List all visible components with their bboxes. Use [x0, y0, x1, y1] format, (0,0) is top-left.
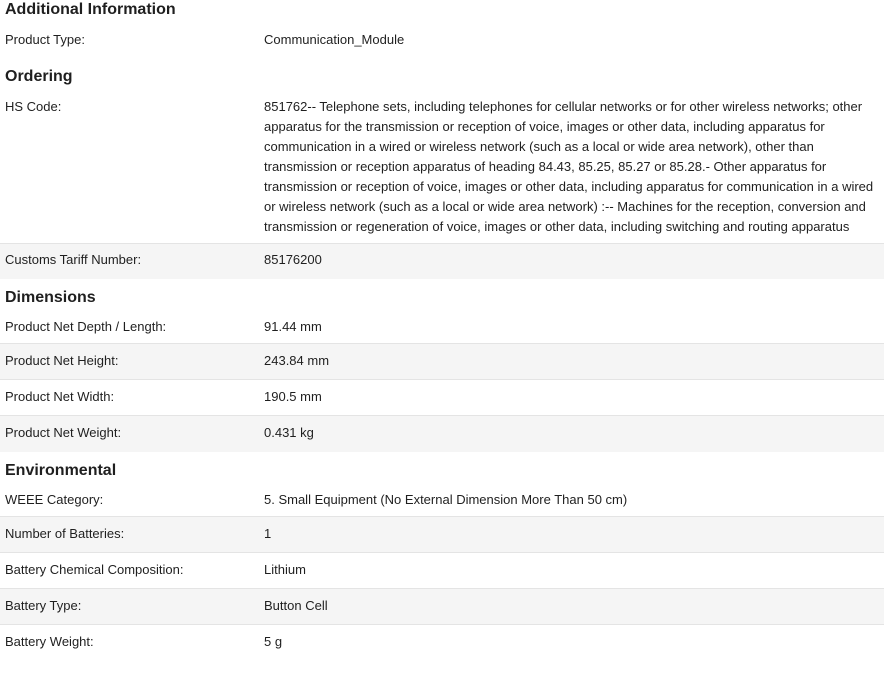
row-value: 851762-- Telephone sets, including telep… [264, 99, 874, 234]
section-dimensions: Dimensions Product Net Depth / Length: 9… [0, 288, 884, 452]
row-value: 85176200 [264, 252, 322, 267]
row-value: 5 g [264, 634, 283, 649]
table-row: Battery Chemical Composition: Lithium [0, 553, 884, 589]
table-row: Number of Batteries: 1 [0, 517, 884, 553]
row-value: Communication_Module [264, 32, 405, 47]
row-label: WEEE Category: [5, 492, 104, 507]
section-title: Environmental [5, 462, 117, 479]
row-label: HS Code: [5, 99, 62, 114]
section-title: Additional Information [5, 1, 176, 18]
table-row: Customs Tariff Number: 85176200 [0, 244, 884, 279]
row-value: 243.84 mm [264, 353, 330, 368]
row-value: Button Cell [264, 598, 328, 613]
row-label: Number of Batteries: [5, 526, 125, 541]
section-title: Dimensions [5, 289, 96, 306]
section-environmental: Environmental WEEE Category: 5. Small Eq… [0, 461, 884, 656]
row-value: 91.44 mm [264, 319, 322, 334]
section-title: Ordering [5, 68, 73, 85]
row-label: Battery Chemical Composition: [5, 562, 184, 577]
table-row: Product Net Weight: 0.431 kg [0, 416, 884, 452]
row-label: Product Type: [5, 32, 85, 47]
table-row: Battery Weight: 5 g [0, 625, 884, 656]
row-value: 5. Small Equipment (No External Dimensio… [264, 492, 628, 507]
row-value: 190.5 mm [264, 389, 322, 404]
row-value: 1 [264, 526, 272, 541]
section-additional-information: Additional Information Product Type: Com… [0, 0, 884, 67]
table-row: Product Net Height: 243.84 mm [0, 344, 884, 380]
table-row: Product Net Depth / Length: 91.44 mm [0, 308, 884, 344]
table-row: HS Code: 851762-- Telephone sets, includ… [0, 87, 884, 244]
section-ordering: Ordering HS Code: 851762-- Telephone set… [0, 67, 884, 279]
table-row: WEEE Category: 5. Small Equipment (No Ex… [0, 481, 884, 517]
row-value: 0.431 kg [264, 425, 314, 440]
row-label: Product Net Depth / Length: [5, 319, 167, 334]
row-label: Product Net Weight: [5, 425, 122, 440]
row-value: Lithium [264, 562, 306, 577]
row-label: Battery Type: [5, 598, 82, 613]
row-label: Customs Tariff Number: [5, 252, 142, 267]
row-label: Battery Weight: [5, 634, 94, 649]
row-label: Product Net Width: [5, 389, 115, 404]
row-label: Product Net Height: [5, 353, 119, 368]
table-row: Product Type: Communication_Module [0, 20, 884, 67]
table-row: Battery Type: Button Cell [0, 589, 884, 625]
table-row: Product Net Width: 190.5 mm [0, 380, 884, 416]
